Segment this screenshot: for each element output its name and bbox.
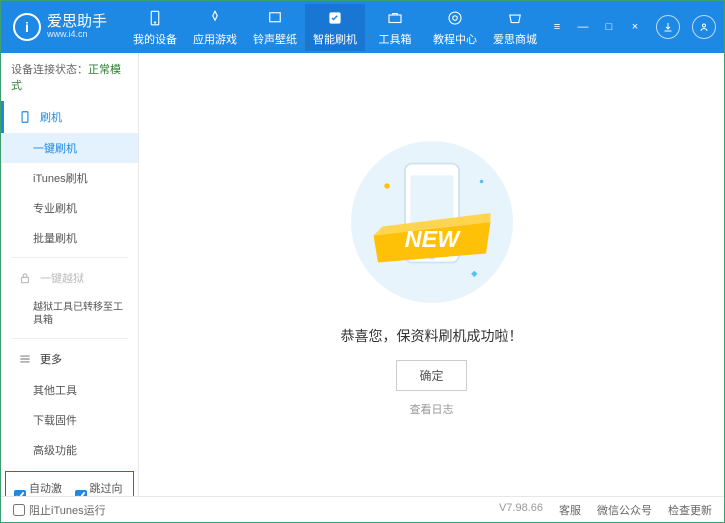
view-log-link[interactable]: 查看日志 <box>410 401 454 417</box>
store-icon <box>505 8 525 28</box>
version-label: V7.98.66 <box>499 502 543 518</box>
sidebar-item-other-tools[interactable]: 其他工具 <box>1 375 138 405</box>
flash-icon <box>325 8 345 28</box>
svg-text:NEW: NEW <box>404 226 460 252</box>
ok-button[interactable]: 确定 <box>396 360 466 391</box>
sidebar-section-more[interactable]: 更多 <box>1 343 138 375</box>
sidebar-item-itunes-flash[interactable]: iTunes刷机 <box>1 163 138 193</box>
checkbox-skip-guide[interactable]: 跳过向导 <box>75 480 126 496</box>
nav-toolbox[interactable]: 工具箱 <box>365 4 425 51</box>
main-content: NEW 恭喜您，保资料刷机成功啦！ 确定 查看日志 <box>139 53 724 496</box>
minimize-button[interactable]: — <box>574 18 592 36</box>
sidebar-item-pro-flash[interactable]: 专业刷机 <box>1 193 138 223</box>
success-illustration: NEW <box>342 132 522 312</box>
checkbox-block-itunes[interactable]: 阻止iTunes运行 <box>13 502 106 518</box>
nav-store[interactable]: 爱思商城 <box>485 4 545 51</box>
sidebar-item-oneclick-flash[interactable]: 一键刷机 <box>1 133 138 163</box>
nav-smart-flash[interactable]: 智能刷机 <box>305 4 365 51</box>
sidebar-section-jailbreak[interactable]: 一键越狱 <box>1 262 138 294</box>
logo-area: i 爱思助手 www.i4.cn <box>13 13 107 41</box>
check-update-link[interactable]: 检查更新 <box>668 502 712 518</box>
nav-apps-games[interactable]: 应用游戏 <box>185 4 245 51</box>
divider <box>11 338 128 339</box>
logo-icon: i <box>13 13 41 41</box>
option-checkboxes: 自动激活 跳过向导 <box>5 471 134 496</box>
user-icon[interactable] <box>692 15 716 39</box>
sidebar: 设备连接状态：正常模式 刷机 一键刷机 iTunes刷机 专业刷机 批量刷机 一… <box>1 53 139 496</box>
toolbox-icon <box>385 8 405 28</box>
sidebar-item-batch-flash[interactable]: 批量刷机 <box>1 223 138 253</box>
sidebar-item-advanced[interactable]: 高级功能 <box>1 435 138 465</box>
phone-icon <box>145 8 165 28</box>
divider <box>11 257 128 258</box>
nav-tutorial[interactable]: 教程中心 <box>425 4 485 51</box>
lock-icon <box>18 271 32 285</box>
sidebar-section-flash[interactable]: 刷机 <box>1 101 138 133</box>
nav-ringtone-wallpaper[interactable]: 铃声壁纸 <box>245 4 305 51</box>
download-icon[interactable] <box>656 15 680 39</box>
more-icon <box>18 352 32 366</box>
statusbar: 阻止iTunes运行 V7.98.66 客服 微信公众号 检查更新 <box>1 496 724 522</box>
connection-status: 设备连接状态：正常模式 <box>1 53 138 101</box>
checkbox-auto-activate[interactable]: 自动激活 <box>14 480 65 496</box>
app-title: 爱思助手 <box>47 14 107 31</box>
app-url: www.i4.cn <box>47 30 107 40</box>
apps-icon <box>205 8 225 28</box>
phone-icon <box>18 110 32 124</box>
tutorial-icon <box>445 8 465 28</box>
maximize-button[interactable]: □ <box>600 18 618 36</box>
sidebar-item-download-firmware[interactable]: 下载固件 <box>1 405 138 435</box>
app-window: i 爱思助手 www.i4.cn 我的设备 应用游戏 铃声壁纸 智能刷机 工具箱… <box>0 0 725 523</box>
body: 设备连接状态：正常模式 刷机 一键刷机 iTunes刷机 专业刷机 批量刷机 一… <box>1 53 724 496</box>
titlebar: i 爱思助手 www.i4.cn 我的设备 应用游戏 铃声壁纸 智能刷机 工具箱… <box>1 1 724 53</box>
close-button[interactable]: × <box>626 18 644 36</box>
support-link[interactable]: 客服 <box>559 502 581 518</box>
wechat-link[interactable]: 微信公众号 <box>597 502 652 518</box>
sidebar-jailbreak-note: 越狱工具已转移至工具箱 <box>1 294 138 334</box>
wallpaper-icon <box>265 8 285 28</box>
nav-my-device[interactable]: 我的设备 <box>125 4 185 51</box>
success-message: 恭喜您，保资料刷机成功啦！ <box>341 326 523 346</box>
main-nav: 我的设备 应用游戏 铃声壁纸 智能刷机 工具箱 教程中心 爱思商城 <box>125 4 548 51</box>
window-controls: ≡ — □ × <box>548 15 716 39</box>
menu-icon[interactable]: ≡ <box>548 18 566 36</box>
